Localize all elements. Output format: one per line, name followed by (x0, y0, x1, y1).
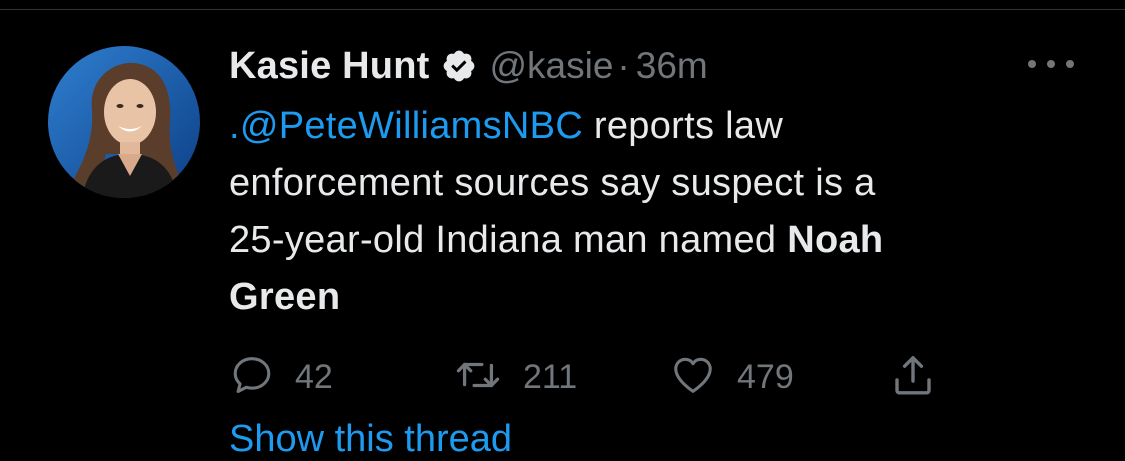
top-divider (0, 9, 1125, 10)
bold-text: Green (229, 276, 341, 318)
tweet-text-line: Green (229, 269, 1089, 326)
retweet-button[interactable]: 211 (453, 352, 577, 402)
share-button[interactable] (889, 352, 937, 402)
tweet-text: .@PeteWilliamsNBC reports law enforcement… (229, 98, 1089, 326)
retweet-count: 211 (523, 357, 578, 396)
tweet-text-line: enforcement sources say suspect is a (229, 155, 1089, 212)
author-name[interactable]: Kasie Hunt (229, 45, 429, 88)
share-upload-icon (889, 351, 937, 404)
tweet-header: Kasie Hunt @kasie · 36m (229, 40, 708, 92)
like-count: 479 (737, 357, 794, 396)
reply-count: 42 (295, 357, 333, 396)
tweet-text-line: 25-year-old Indiana man named Noah (229, 212, 1089, 269)
retweet-icon (453, 352, 503, 403)
heart-icon (669, 352, 717, 403)
separator-dot: · (617, 45, 630, 86)
mention-link[interactable]: .@PeteWilliamsNBC (229, 105, 583, 147)
body-text: 25-year-old Indiana man named (229, 219, 788, 261)
show-thread-link[interactable]: Show this thread (229, 418, 512, 461)
ellipsis-icon[interactable] (1028, 52, 1074, 76)
avatar[interactable] (48, 46, 200, 198)
author-handle[interactable]: @kasie (489, 45, 613, 87)
reply-button[interactable]: 42 (229, 352, 333, 402)
tweet-timestamp[interactable]: 36m (636, 45, 708, 87)
verified-badge-icon (441, 48, 477, 84)
bold-text: Noah (787, 219, 884, 261)
tweet-text-line: .@PeteWilliamsNBC reports law (229, 98, 1089, 155)
speech-bubble-icon (229, 352, 275, 403)
like-button[interactable]: 479 (669, 352, 794, 402)
body-text: enforcement sources say suspect is a (229, 162, 876, 204)
body-text: reports law (583, 105, 784, 147)
